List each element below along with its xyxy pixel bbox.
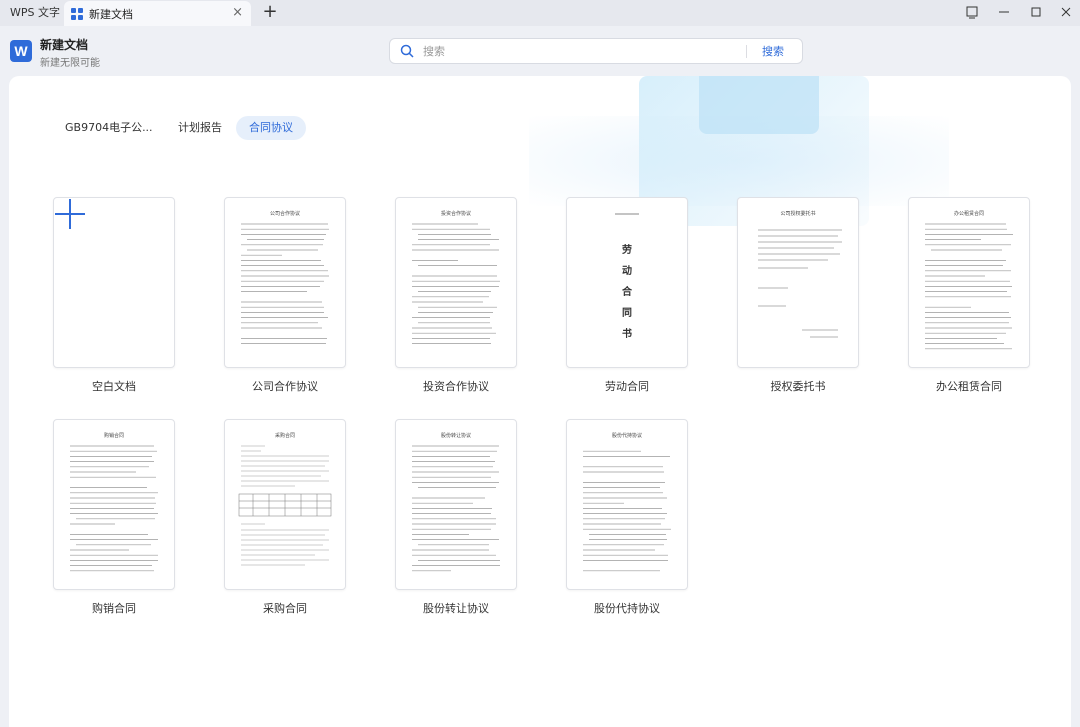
close-window-icon[interactable] [1056,2,1076,22]
template-label: 劳动合同 [605,380,649,393]
close-tab-icon[interactable]: × [232,4,243,22]
template-card-labor-contract[interactable]: 劳 动 合 同 书 劳动合同 [566,197,688,393]
text-lines-preview [70,445,158,572]
template-thumbnail: 公司合作协议 [224,197,346,368]
template-card-share-nominee[interactable]: 股份代持协议 股份代持协议 [566,419,688,615]
template-label: 公司合作协议 [252,380,318,393]
text-lines-preview [238,445,332,566]
category-tab-gb9704[interactable]: GB9704电子公... [52,116,166,140]
template-label: 空白文档 [92,380,136,393]
minimize-icon[interactable] [994,2,1014,22]
app-tab[interactable]: WPS 文字 [4,2,66,24]
template-card-power-of-attorney[interactable]: 公司授权委托书 授权委托书 [737,197,859,393]
background-decoration [699,76,819,134]
template-label: 股份代持协议 [594,602,660,615]
text-lines-preview [615,213,639,215]
header: W 新建文档 新建无限可能 搜索 [0,26,1080,76]
category-tab-plan-report[interactable]: 计划报告 [165,116,235,140]
template-card-office-lease[interactable]: 办公租赁合同 办公租赁合同 [908,197,1030,393]
template-card-company-cooperation[interactable]: 公司合作协议 公司合作协议 [224,197,346,393]
text-lines-preview [758,229,842,338]
template-thumbnail: 劳 动 合 同 书 [566,197,688,368]
text-lines-preview [412,445,500,572]
text-lines-preview [925,223,1013,350]
restore-window-icon[interactable] [962,2,982,22]
search-button[interactable]: 搜索 [762,43,784,60]
page-title: 新建文档 [40,38,89,52]
template-thumbnail: 股份代持协议 [566,419,688,590]
doc-tab[interactable]: 新建文档 × [64,1,251,26]
template-card-blank[interactable]: 空白文档 [53,197,175,393]
text-lines-preview [583,450,671,572]
template-thumbnail: 购销合同 [53,419,175,590]
plus-icon [55,199,85,229]
template-thumbnail: 投资合作协议 [395,197,517,368]
template-label: 股份转让协议 [423,602,489,615]
search-box: 搜索 [389,38,803,64]
template-card-purchase-contract[interactable]: 采购合同 采购合同 [224,419,346,615]
template-label: 采购合同 [263,602,307,615]
template-card-share-transfer[interactable]: 股份转让协议 股份转让协议 [395,419,517,615]
add-tab-button[interactable]: + [260,1,280,23]
template-label: 授权委托书 [770,380,826,393]
wps-writer-logo: W [10,40,32,62]
template-thumbnail: 办公租赁合同 [908,197,1030,368]
template-label: 办公租赁合同 [936,380,1002,393]
template-thumbnail [53,197,175,368]
template-label: 购销合同 [92,602,136,615]
search-input[interactable] [423,42,723,60]
template-thumbnail: 公司授权委托书 [737,197,859,368]
template-label: 投资合作协议 [423,380,489,393]
maximize-icon[interactable] [1026,2,1046,22]
text-lines-preview [412,223,500,344]
text-lines-preview [241,223,329,344]
template-thumbnail: 采购合同 [224,419,346,590]
doc-tab-label: 新建文档 [89,7,133,21]
template-panel: GB9704电子公... 计划报告 合同协议 空白文档 公司合作协议 公司合作协… [9,76,1071,727]
template-thumbnail: 股份转让协议 [395,419,517,590]
page-subtitle: 新建无限可能 [40,58,100,69]
category-tab-contract[interactable]: 合同协议 [236,116,306,140]
template-card-investment-cooperation[interactable]: 投资合作协议 投资合作协议 [395,197,517,393]
document-icon [71,7,83,20]
title-bar: WPS 文字 新建文档 × + [0,0,1080,26]
search-divider [746,45,747,58]
template-card-sales-contract[interactable]: 购销合同 购销合同 [53,419,175,615]
search-icon [400,44,414,58]
